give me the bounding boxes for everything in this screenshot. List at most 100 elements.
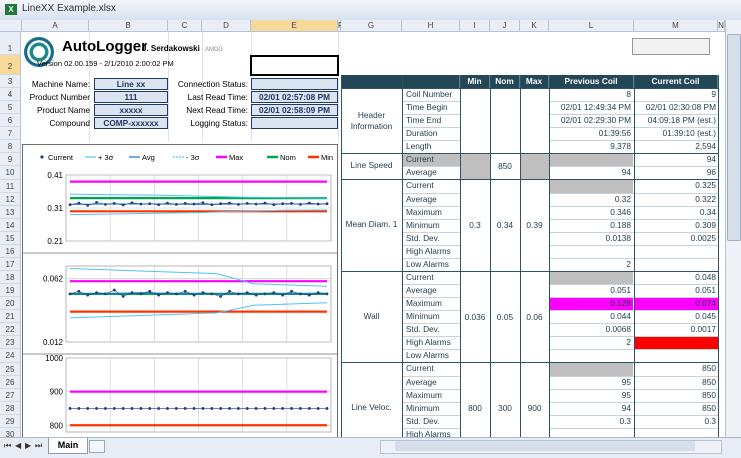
- previous-coil-value[interactable]: 2: [549, 258, 631, 270]
- current-coil-value[interactable]: 0.048: [634, 271, 716, 283]
- column-header[interactable]: A: [22, 20, 89, 32]
- selected-cell-e2[interactable]: [250, 55, 339, 76]
- next-sheet-icon[interactable]: ▶: [25, 441, 31, 450]
- current-coil-value[interactable]: 02/01 02:30:08 PM: [634, 101, 716, 113]
- current-coil-value[interactable]: 0.045: [634, 310, 716, 322]
- row-header[interactable]: 15: [0, 232, 21, 245]
- row-header[interactable]: 10: [0, 166, 21, 179]
- row-header[interactable]: 11: [0, 180, 21, 193]
- row-header[interactable]: 24: [0, 349, 21, 362]
- previous-coil-value[interactable]: 0.188: [549, 219, 631, 231]
- compound-value[interactable]: COMP-xxxxxx: [94, 117, 168, 129]
- column-header[interactable]: N: [718, 20, 725, 32]
- previous-coil-value[interactable]: 0.051: [549, 284, 631, 296]
- column-header[interactable]: H: [402, 20, 460, 32]
- previous-coil-value[interactable]: 0.346: [549, 206, 631, 218]
- column-header[interactable]: B: [89, 20, 168, 32]
- column-header[interactable]: G: [341, 20, 402, 32]
- row-header[interactable]: 26: [0, 376, 21, 389]
- previous-coil-value[interactable]: 95: [549, 376, 631, 388]
- row-header[interactable]: 20: [0, 297, 21, 310]
- select-all-corner[interactable]: [0, 20, 22, 32]
- current-coil-value[interactable]: 0.074: [634, 297, 716, 309]
- row-header[interactable]: 16: [0, 245, 21, 258]
- column-header[interactable]: M: [634, 20, 718, 32]
- current-coil-value[interactable]: 2,594: [634, 140, 716, 152]
- previous-coil-value[interactable]: 8: [549, 88, 631, 100]
- previous-coil-value[interactable]: 94: [549, 402, 631, 414]
- current-coil-value[interactable]: 850: [634, 389, 716, 401]
- row-header[interactable]: 12: [0, 193, 21, 206]
- current-coil-value[interactable]: 01:39:10 (est.): [634, 127, 716, 139]
- row-header[interactable]: 25: [0, 363, 21, 376]
- row-header[interactable]: 8: [0, 140, 21, 153]
- row-header[interactable]: 28: [0, 402, 21, 415]
- current-coil-value[interactable]: 9: [634, 88, 716, 100]
- product-number-value[interactable]: 111: [94, 91, 168, 103]
- current-coil-value[interactable]: 0.34: [634, 206, 716, 218]
- previous-coil-value[interactable]: 02/01 12:49:34 PM: [549, 101, 631, 113]
- column-header[interactable]: L: [549, 20, 634, 32]
- last-sheet-icon[interactable]: ⏭: [35, 441, 42, 451]
- row-header[interactable]: 23: [0, 336, 21, 349]
- current-coil-value[interactable]: 0.325: [634, 179, 716, 191]
- insert-sheet-icon[interactable]: [89, 440, 105, 453]
- current-coil-value[interactable]: 850: [634, 402, 716, 414]
- column-header[interactable]: K: [520, 20, 549, 32]
- previous-coil-value[interactable]: 9,378: [549, 140, 631, 152]
- first-sheet-icon[interactable]: ⏮: [4, 441, 11, 451]
- column-header[interactable]: E: [251, 20, 338, 32]
- column-header[interactable]: C: [168, 20, 202, 32]
- previous-coil-value[interactable]: 02/01 02:29:30 PM: [549, 114, 631, 126]
- current-coil-value[interactable]: 0.0017: [634, 323, 716, 335]
- row-header[interactable]: 21: [0, 310, 21, 323]
- previous-coil-value[interactable]: 94: [549, 166, 631, 178]
- row-header[interactable]: 2: [0, 55, 21, 75]
- previous-coil-value[interactable]: 0.0068: [549, 323, 631, 335]
- row-divider: [402, 258, 460, 259]
- horizontal-scroll-thumb[interactable]: [395, 441, 695, 451]
- row-header[interactable]: 18: [0, 271, 21, 284]
- row-header[interactable]: 6: [0, 114, 21, 127]
- column-header[interactable]: I: [460, 20, 490, 32]
- column-header[interactable]: J: [490, 20, 520, 32]
- row-header[interactable]: 19: [0, 284, 21, 297]
- previous-coil-value[interactable]: 01:39:56: [549, 127, 631, 139]
- row-header[interactable]: 17: [0, 258, 21, 271]
- previous-coil-value[interactable]: 2: [549, 336, 631, 348]
- row-header[interactable]: 9: [0, 153, 21, 166]
- row-header[interactable]: 27: [0, 389, 21, 402]
- current-coil-value[interactable]: 0.3: [634, 415, 716, 427]
- row-header[interactable]: 14: [0, 219, 21, 232]
- current-coil-value[interactable]: 94: [634, 153, 716, 165]
- current-coil-value[interactable]: 0.322: [634, 193, 716, 205]
- row-header[interactable]: 13: [0, 206, 21, 219]
- row-header[interactable]: 1: [0, 32, 21, 55]
- row-header[interactable]: 29: [0, 415, 21, 428]
- vertical-scroll-thumb[interactable]: [727, 34, 741, 241]
- row-header[interactable]: 7: [0, 127, 21, 140]
- previous-coil-value[interactable]: 0.128: [549, 297, 631, 309]
- row-header[interactable]: 5: [0, 101, 21, 114]
- current-coil-value[interactable]: 04:09:18 PM (est.): [634, 114, 716, 126]
- product-name-value[interactable]: xxxxx: [94, 104, 168, 116]
- prev-sheet-icon[interactable]: ◀: [15, 441, 21, 450]
- previous-coil-value[interactable]: 95: [549, 389, 631, 401]
- current-coil-value[interactable]: 850: [634, 376, 716, 388]
- row-header[interactable]: 22: [0, 323, 21, 336]
- row-header[interactable]: 4: [0, 88, 21, 101]
- sheet-tab-main[interactable]: Main: [48, 438, 88, 454]
- current-coil-value[interactable]: 0.309: [634, 219, 716, 231]
- row-header[interactable]: 3: [0, 75, 21, 88]
- current-coil-value[interactable]: 96: [634, 166, 716, 178]
- current-coil-value[interactable]: 850: [634, 362, 716, 374]
- current-coil-value[interactable]: 0.0025: [634, 232, 716, 244]
- control-charts-panel[interactable]: Current+ 3σAvg- 3σMaxNomMin0.410.310.210…: [22, 144, 338, 438]
- previous-coil-value[interactable]: 0.0138: [549, 232, 631, 244]
- previous-coil-value[interactable]: 0.32: [549, 193, 631, 205]
- current-coil-value[interactable]: 0.051: [634, 284, 716, 296]
- previous-coil-value[interactable]: 0.3: [549, 415, 631, 427]
- machine-name-value[interactable]: Line xx: [94, 78, 168, 90]
- column-header[interactable]: D: [202, 20, 251, 32]
- previous-coil-value[interactable]: 0.044: [549, 310, 631, 322]
